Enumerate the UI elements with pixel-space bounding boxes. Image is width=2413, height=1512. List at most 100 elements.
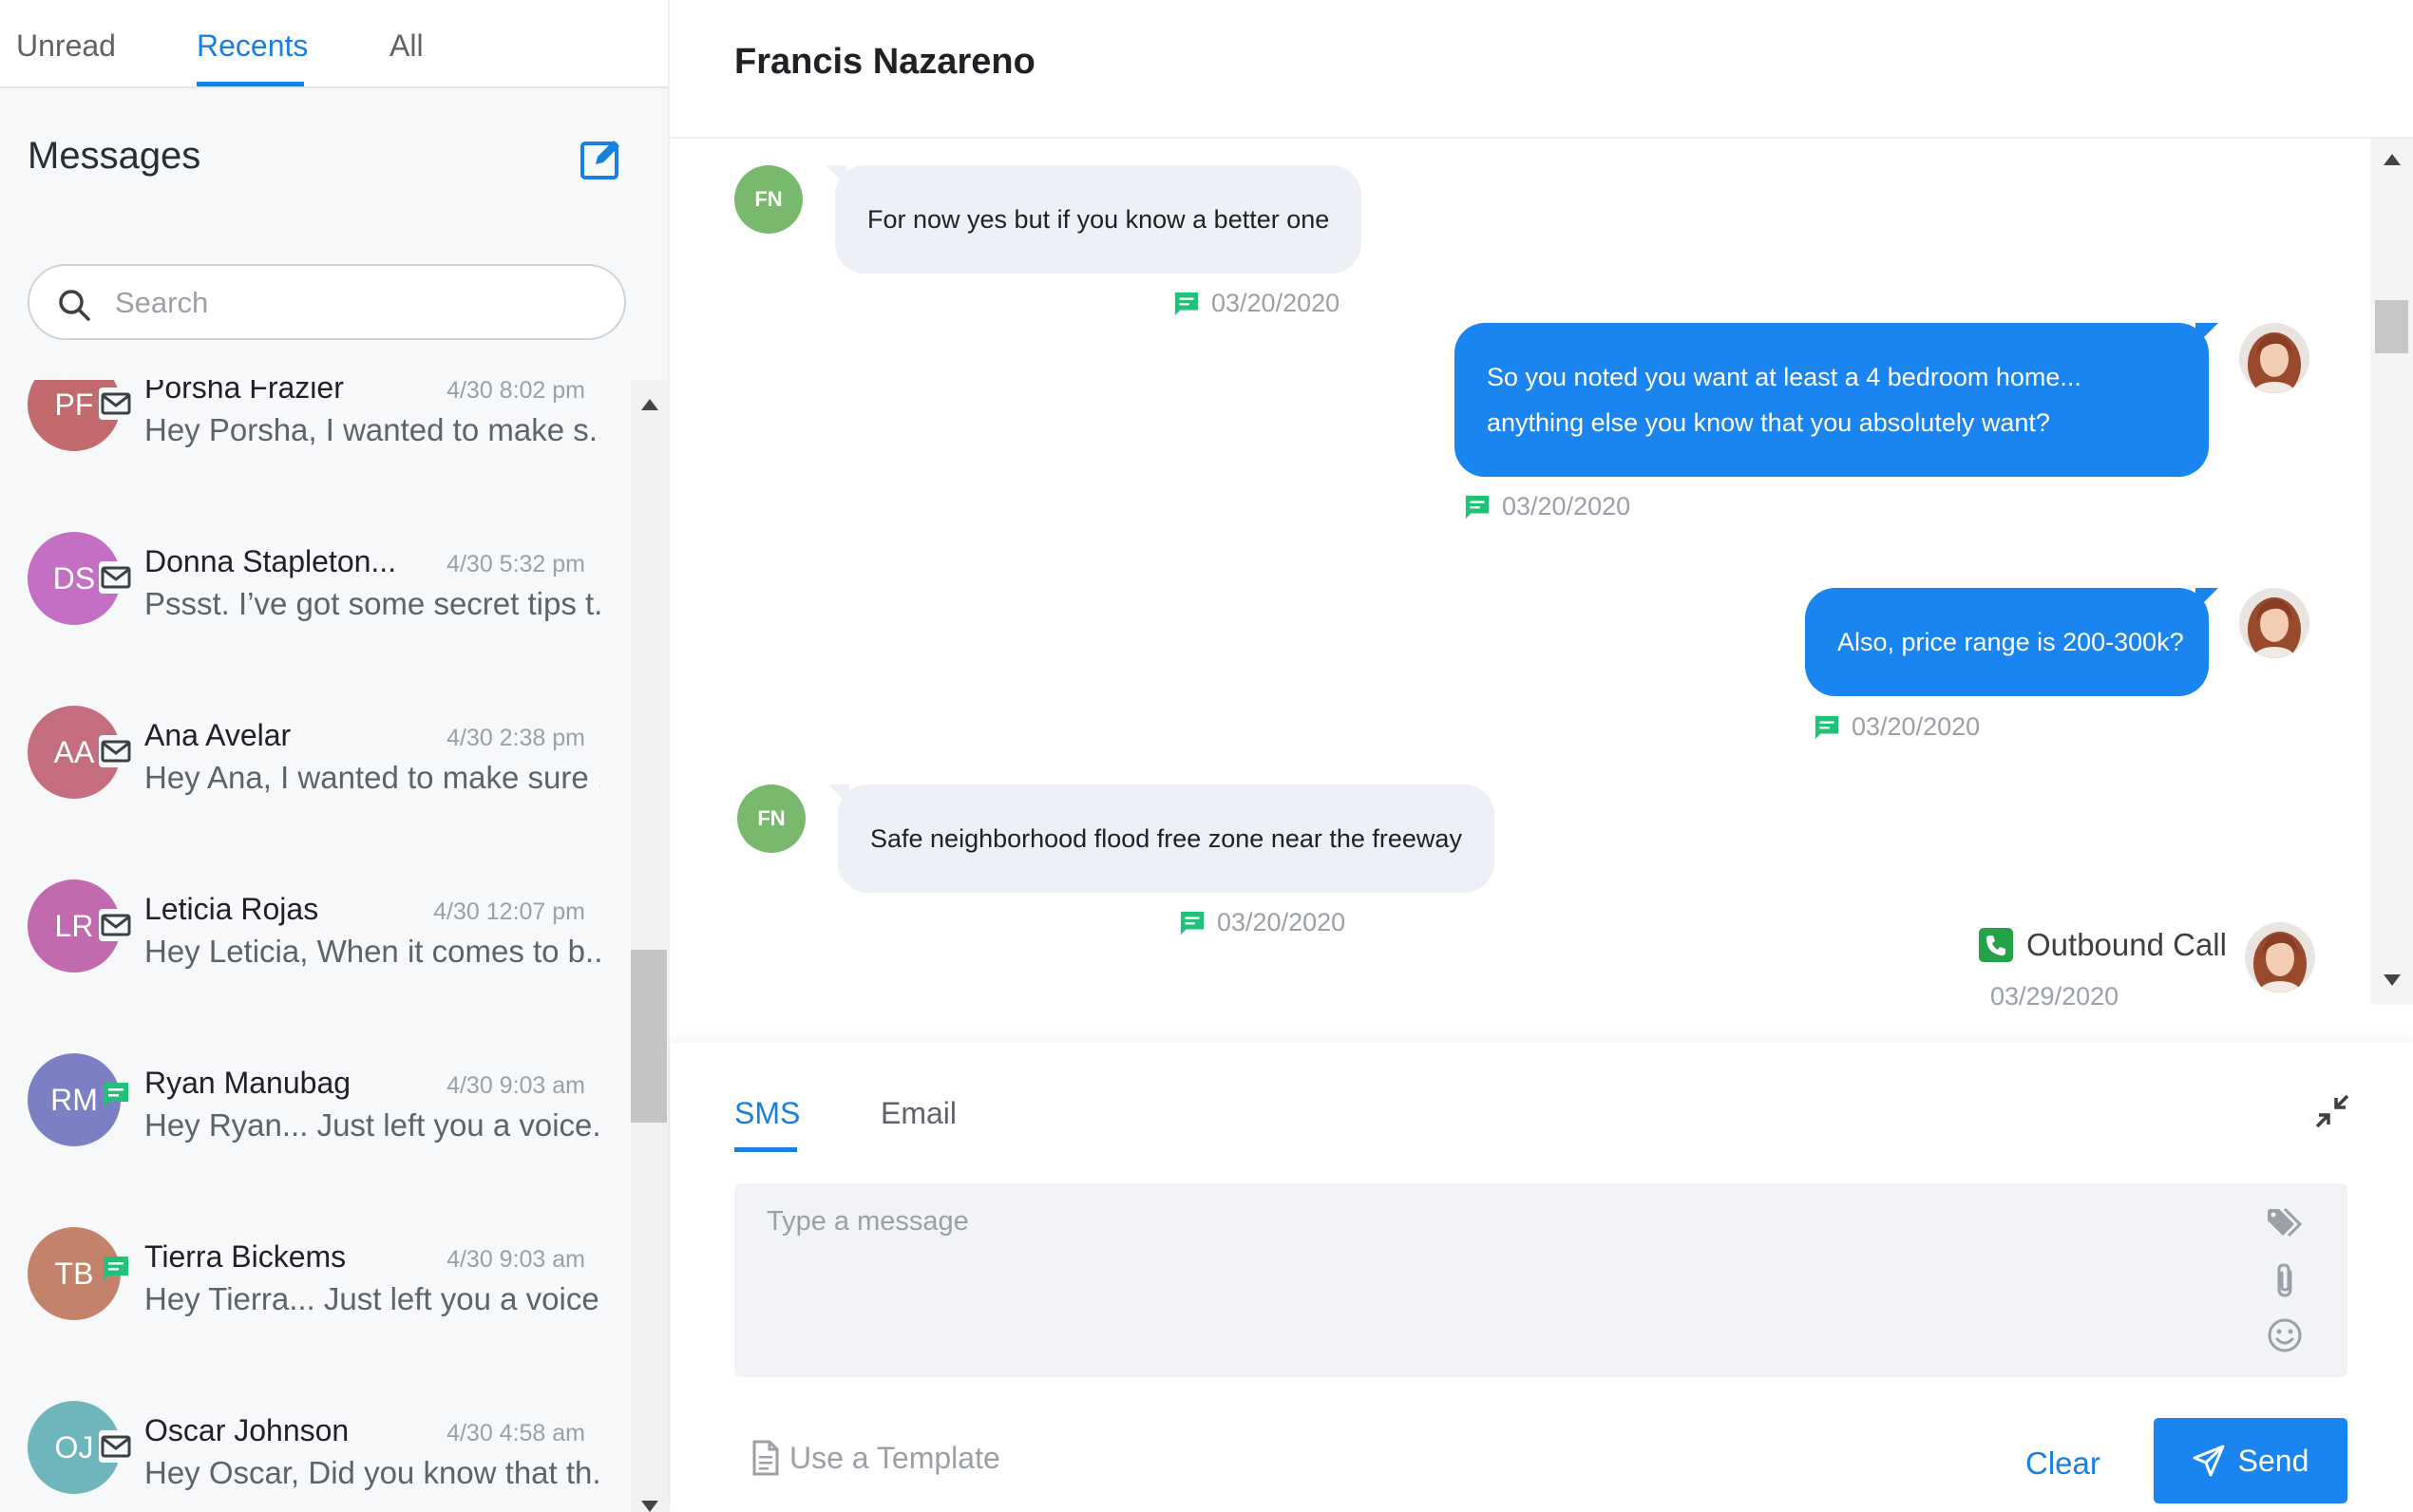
contact-name: Francis Nazareno <box>734 42 1036 82</box>
conversation-preview: Hey Tierra... Just left you a voice... <box>144 1281 600 1316</box>
use-template-button[interactable]: Use a Template <box>751 1440 1000 1476</box>
call-label: Outbound Call <box>2026 927 2227 962</box>
conversation-preview: Hey Oscar, Did you know that th... <box>144 1455 600 1490</box>
conversation-sidebar: Unread Recents All Messages PF Porsha Fr… <box>0 0 668 1512</box>
email-icon <box>99 561 133 594</box>
sms-icon <box>1180 911 1205 935</box>
conversation-time: 4/30 5:32 pm <box>446 551 585 577</box>
scroll-up-arrow-icon[interactable] <box>641 399 658 410</box>
conversation-preview: Hey Porsha, I wanted to make s... <box>144 412 600 447</box>
sms-icon <box>99 1253 133 1285</box>
conversation-list: PF Porsha Frazier 4/30 8:02 pm Hey Porsh… <box>0 380 631 1512</box>
message-meta: 03/20/2020 <box>1179 908 1345 937</box>
filter-tabs: Unread Recents All <box>0 0 668 88</box>
message-date: 03/20/2020 <box>1852 712 1981 741</box>
tag-icon[interactable] <box>2264 1202 2306 1244</box>
paperclip-icon[interactable] <box>2264 1259 2306 1301</box>
conversation-time: 4/30 2:38 pm <box>446 725 585 751</box>
conversation-item[interactable]: PF Porsha Frazier 4/30 8:02 pm Hey Porsh… <box>0 380 631 508</box>
tab-sms[interactable]: SMS <box>734 1096 800 1131</box>
compose-icon[interactable] <box>580 137 623 180</box>
agent-avatar <box>2245 922 2315 992</box>
search-input[interactable] <box>115 277 590 329</box>
conversation-preview: Hey Ana, I wanted to make sure ... <box>144 760 600 795</box>
clear-button[interactable]: Clear <box>2025 1446 2100 1482</box>
message-thread: FN For now yes but if you know a better … <box>670 139 2370 1041</box>
document-icon <box>752 1440 779 1476</box>
scroll-up-arrow-icon[interactable] <box>2384 154 2401 165</box>
collapse-icon[interactable] <box>2313 1092 2351 1130</box>
tab-unread[interactable]: Unread <box>16 28 116 64</box>
message-text: Safe neighborhood flood free zone near t… <box>870 823 1462 853</box>
conversation-time: 4/30 8:02 pm <box>446 380 585 404</box>
conversation-item[interactable]: TB Tierra Bickems 4/30 9:03 am Hey Tierr… <box>0 1203 631 1377</box>
agent-avatar <box>2239 323 2309 393</box>
message-text: For now yes but if you know a better one <box>867 204 1330 234</box>
email-icon <box>99 909 133 941</box>
message-date: 03/20/2020 <box>1502 492 1631 520</box>
template-label: Use a Template <box>789 1440 1000 1475</box>
tab-recents[interactable]: Recents <box>197 28 308 64</box>
outbound-call-entry: Outbound Call <box>1979 927 2227 963</box>
tab-email[interactable]: Email <box>881 1096 957 1131</box>
incoming-message: For now yes but if you know a better one <box>825 165 1362 274</box>
scroll-down-arrow-icon[interactable] <box>2384 974 2401 986</box>
conversation-name: Ana Avelar <box>144 718 292 752</box>
conversation-name: Tierra Bickems <box>144 1239 347 1274</box>
conversation-time: 4/30 9:03 am <box>446 1072 585 1099</box>
send-label: Send <box>2237 1443 2309 1478</box>
agent-avatar <box>2239 588 2309 658</box>
message-text: So you noted you want at least a 4 bedro… <box>1487 363 2081 391</box>
message-date: 03/20/2020 <box>1217 908 1346 936</box>
send-icon <box>2193 1445 2225 1477</box>
conversation-item[interactable]: RM Ryan Manubag 4/30 9:03 am Hey Ryan...… <box>0 1030 631 1203</box>
message-meta: 03/20/2020 <box>1814 712 1980 742</box>
conversation-item[interactable]: DS Donna Stapleton... 4/30 5:32 pm Pssst… <box>0 508 631 682</box>
call-date: 03/29/2020 <box>1990 982 2119 1011</box>
incoming-message: Safe neighborhood flood free zone near t… <box>828 784 1494 893</box>
message-composer: SMS Email Use a Template Clear <box>670 1043 2413 1512</box>
conversation-name: Donna Stapleton... <box>144 544 397 578</box>
conversation-list-scrollbar[interactable] <box>631 380 667 1512</box>
conversation-name: Ryan Manubag <box>144 1066 352 1100</box>
messages-title: Messages <box>28 135 201 177</box>
email-icon <box>99 1430 133 1463</box>
phone-icon <box>1979 928 2013 962</box>
scrollbar-thumb[interactable] <box>2375 300 2408 353</box>
conversation-item[interactable]: LR Leticia Rojas 4/30 12:07 pm Hey Letic… <box>0 856 631 1030</box>
search-icon <box>59 290 90 321</box>
tab-all[interactable]: All <box>390 28 424 64</box>
sms-icon <box>99 1079 133 1111</box>
conversation-preview: Hey Ryan... Just left you a voice... <box>144 1107 600 1143</box>
sms-icon <box>1814 715 1839 739</box>
sms-icon <box>1465 495 1490 519</box>
conversation-time: 4/30 4:58 am <box>446 1420 585 1446</box>
emoji-icon[interactable] <box>2264 1314 2306 1356</box>
message-box <box>734 1183 2347 1377</box>
conversation-item[interactable]: AA Ana Avelar 4/30 2:38 pm Hey Ana, I wa… <box>0 682 631 856</box>
message-text: anything else you know that you absolute… <box>1487 408 2050 437</box>
contact-avatar: FN <box>737 784 806 853</box>
conversation-preview: Hey Leticia, When it comes to b... <box>144 934 600 969</box>
message-text: Also, price range is 200-300k? <box>1837 628 2184 656</box>
conversation-time: 4/30 9:03 am <box>446 1246 585 1273</box>
active-tab-indicator <box>197 82 304 86</box>
message-input[interactable] <box>767 1206 2211 1349</box>
thread-scrollbar[interactable] <box>2370 139 2413 1005</box>
scrollbar-thumb[interactable] <box>631 950 667 1123</box>
send-button[interactable]: Send <box>2154 1418 2347 1503</box>
conversation-item[interactable]: OJ Oscar Johnson 4/30 4:58 am Hey Oscar,… <box>0 1377 631 1512</box>
chat-panel: Francis Nazareno FN For now yes but if y… <box>668 0 2413 1512</box>
contact-avatar: FN <box>734 165 803 234</box>
conversation-name: Oscar Johnson <box>144 1413 350 1447</box>
conversation-name: Leticia Rojas <box>144 892 319 926</box>
outgoing-message: So you noted you want at least a 4 bedro… <box>1454 323 2218 477</box>
conversation-preview: Pssst. I’ve got some secret tips t... <box>144 586 600 621</box>
sms-icon <box>1174 292 1199 315</box>
message-date: 03/20/2020 <box>1211 289 1340 317</box>
scroll-down-arrow-icon[interactable] <box>641 1501 658 1512</box>
outgoing-message: Also, price range is 200-300k? <box>1805 588 2218 696</box>
conversation-time: 4/30 12:07 pm <box>433 898 585 925</box>
conversation-name: Porsha Frazier <box>144 380 344 405</box>
search-box <box>28 264 626 340</box>
